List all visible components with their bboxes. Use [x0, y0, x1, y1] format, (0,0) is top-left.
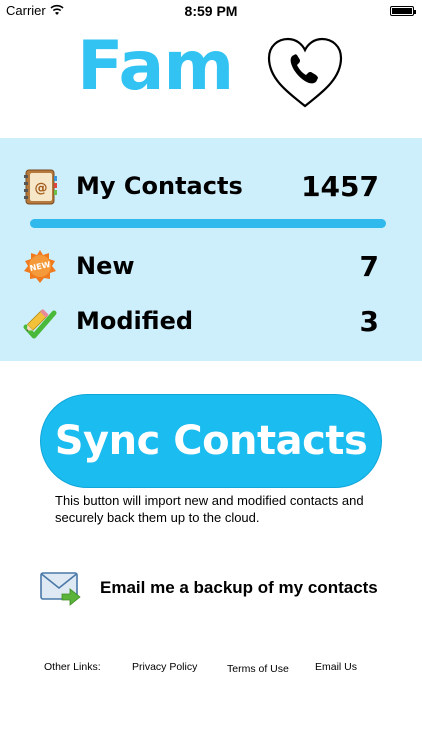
email-backup-button[interactable]: Email me a backup of my contacts — [36, 568, 396, 612]
contacts-summary-panel: @ My Contacts 1457 NEW New 7 Modified 3 — [0, 138, 422, 361]
modified-contacts-count: 3 — [359, 305, 379, 338]
sync-description: This button will import new and modified… — [55, 493, 364, 525]
email-backup-label: Email me a backup of my contacts — [100, 578, 378, 597]
phone-heart-icon — [267, 37, 343, 108]
app-title: Fam — [77, 27, 234, 106]
my-contacts-count: 1457 — [301, 170, 379, 203]
new-badge-icon: NEW — [24, 250, 56, 283]
status-bar: Carrier 8:59 PM — [0, 0, 422, 22]
terms-of-use-link[interactable]: Terms of Use — [227, 663, 289, 675]
modified-contacts-label: Modified — [76, 307, 194, 335]
privacy-policy-link[interactable]: Privacy Policy — [132, 661, 197, 673]
new-contacts-row[interactable]: NEW New 7 — [0, 248, 422, 288]
my-contacts-label: My Contacts — [76, 172, 243, 200]
email-us-link[interactable]: Email Us — [315, 661, 357, 673]
pencil-check-icon — [23, 308, 57, 339]
sync-contacts-label: Sync Contacts — [54, 418, 368, 464]
battery-icon — [390, 6, 416, 16]
new-contacts-count: 7 — [359, 250, 379, 283]
email-forward-icon — [40, 572, 81, 606]
sync-contacts-button[interactable]: Sync Contacts — [40, 394, 382, 488]
my-contacts-row[interactable]: @ My Contacts 1457 — [0, 168, 422, 208]
new-contacts-label: New — [76, 252, 135, 280]
other-links-label: Other Links: — [44, 661, 101, 673]
address-book-icon: @ — [24, 169, 57, 205]
svg-text:@: @ — [35, 181, 48, 196]
progress-divider — [30, 219, 386, 228]
modified-contacts-row[interactable]: Modified 3 — [0, 303, 422, 343]
status-time: 8:59 PM — [184, 3, 238, 19]
